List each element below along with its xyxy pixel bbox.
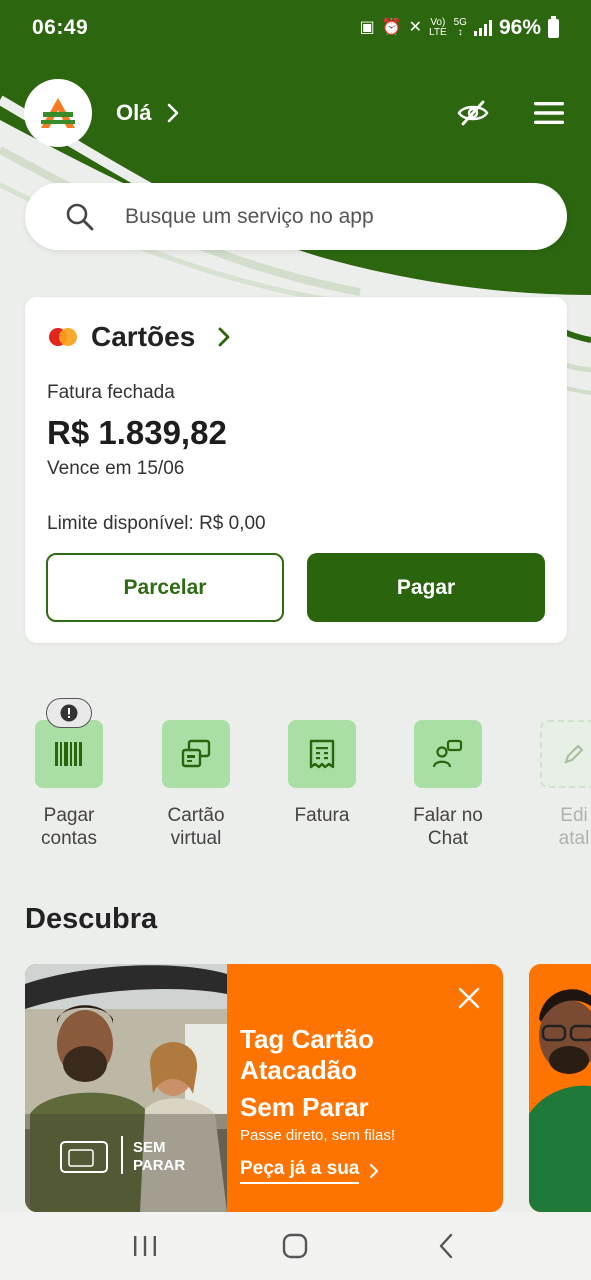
greeting-label: Olá: [116, 100, 152, 125]
atacadao-logo-icon: [41, 98, 75, 128]
promo-photo: SEM PARAR: [25, 964, 227, 1212]
status-bar: 06:49 ▣ ⏰ ✕ Vo) LTE 5G ↕ 96%: [0, 0, 591, 56]
cards-header-link[interactable]: Cartões: [49, 321, 231, 353]
close-icon: [458, 987, 480, 1009]
eye-off-icon: [457, 100, 489, 126]
shortcut-virtual-card[interactable]: Cartão virtual: [141, 698, 251, 850]
invoice-amount: R$ 1.839,82: [47, 414, 227, 451]
discover-title: Descubra: [25, 903, 158, 935]
mastercard-icon: [49, 328, 77, 346]
shortcut-label: Falar no: [413, 805, 483, 826]
installment-button[interactable]: Parcelar: [46, 553, 284, 622]
status-icons: ▣ ⏰ ✕ Vo) LTE 5G ↕ 96%: [359, 15, 559, 40]
shortcut-label: Chat: [427, 828, 469, 849]
shortcut-label: contas: [41, 828, 97, 849]
banner-title: Tag Cartão: [240, 1024, 374, 1054]
banner-subtitle: Passe direto, sem filas!: [240, 1127, 396, 1144]
hide-balance-button[interactable]: [455, 95, 491, 131]
atacadao-logo[interactable]: [24, 79, 92, 147]
home-button[interactable]: [275, 1226, 315, 1266]
alert-badge: [46, 698, 92, 728]
search-icon: [66, 203, 94, 230]
sem-parar-logo-text: SEM: [133, 1139, 166, 1156]
virtual-card-icon: [162, 720, 230, 788]
chevron-right-icon: [168, 103, 179, 123]
shortcut-label: Pagar: [43, 805, 95, 826]
alarm-icon: ⏰: [381, 19, 402, 36]
system-nav-bar: [0, 1212, 591, 1280]
back-icon: [439, 1233, 453, 1259]
shortcut-edit[interactable]: Edi atal: [519, 698, 591, 850]
chat-icon: [414, 720, 482, 788]
status-time: 06:49: [32, 16, 89, 39]
promo-photo: [529, 964, 591, 1212]
due-date: Vence em 15/06: [47, 458, 185, 479]
alert-icon: [60, 704, 78, 722]
banner-title: Atacadão: [240, 1055, 358, 1085]
promo-banner-next[interactable]: [529, 964, 591, 1212]
pencil-icon: [540, 720, 591, 788]
cards-summary-card: Cartões Fatura fechada R$ 1.839,82 Vence…: [25, 297, 567, 643]
top-bar: Olá: [24, 78, 567, 148]
banner-close-button[interactable]: [457, 986, 481, 1010]
chevron-right-icon: [370, 1163, 379, 1179]
shortcut-label: Edi: [560, 805, 588, 826]
available-limit: Limite disponível: R$ 0,00: [47, 513, 266, 534]
pay-button[interactable]: Pagar: [307, 553, 545, 622]
banner-cta-label: Peça já a sua: [240, 1158, 360, 1184]
5g-icon: 5G ↕: [453, 17, 467, 38]
battery-icon: [548, 15, 559, 38]
shortcut-label: atal: [558, 828, 590, 849]
search-placeholder: Busque um serviço no app: [125, 204, 374, 228]
volte-icon: Vo) LTE: [429, 17, 447, 38]
sem-parar-logo-text: PARAR: [133, 1157, 185, 1174]
shortcut-invoice[interactable]: Fatura: [267, 698, 377, 827]
lock-screen-icon: ▣: [359, 19, 375, 36]
home-icon: [283, 1233, 308, 1259]
shortcut-label: Fatura: [294, 805, 350, 826]
battery-level: 96%: [498, 16, 541, 39]
recent-apps-icon: [134, 1236, 157, 1256]
back-button[interactable]: [426, 1226, 466, 1266]
barcode-icon: [35, 720, 103, 788]
search-input[interactable]: Busque um serviço no app: [25, 183, 567, 250]
promo-banner[interactable]: SEM PARAR Tag Cartão Atacadão Sem Parar …: [25, 964, 503, 1212]
card-title: Cartões: [91, 321, 196, 352]
menu-button[interactable]: [531, 95, 567, 131]
greeting-button[interactable]: Olá: [116, 100, 179, 126]
recent-apps-button[interactable]: [125, 1226, 165, 1266]
shortcuts-row: Pagar contas Cartão virtual Fatura Falar…: [0, 698, 591, 858]
banner-cta-link[interactable]: Peça já a sua: [240, 1158, 395, 1184]
shortcut-label: Cartão: [167, 805, 225, 826]
chevron-right-icon: [218, 327, 230, 347]
banner-title: Sem Parar: [240, 1092, 369, 1122]
shortcut-pay-bills[interactable]: Pagar contas: [14, 698, 124, 850]
receipt-icon: [288, 720, 356, 788]
mute-icon: ✕: [408, 19, 423, 36]
invoice-status: Fatura fechada: [47, 382, 175, 403]
hamburger-menu-icon: [534, 102, 564, 124]
shortcut-chat[interactable]: Falar no Chat: [393, 698, 503, 850]
signal-icon: [473, 20, 492, 36]
shortcut-label: virtual: [170, 828, 222, 849]
